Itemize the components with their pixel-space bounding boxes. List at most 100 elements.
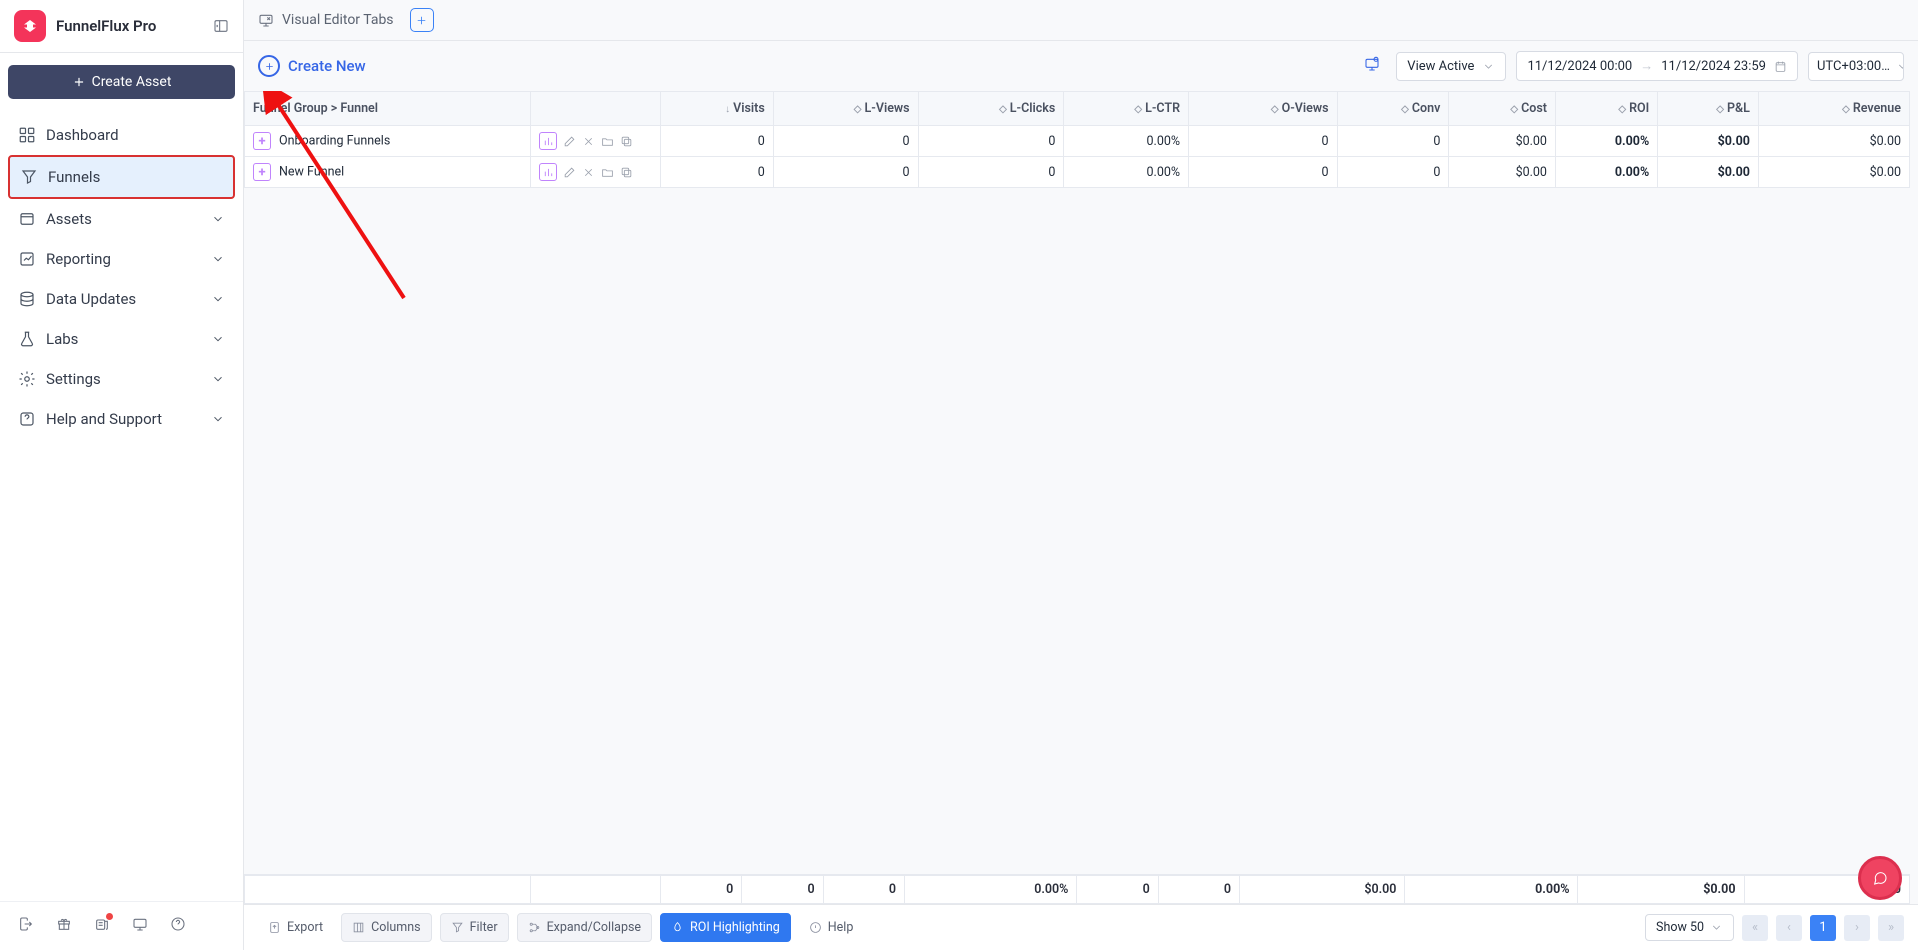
add-tab-button[interactable]: [410, 8, 434, 32]
page-last-button[interactable]: »: [1878, 915, 1904, 941]
cell-lviews: 0: [773, 157, 918, 188]
sidebar-item-label: Settings: [46, 370, 101, 388]
visual-editor-label: Visual Editor Tabs: [282, 12, 394, 28]
page-size-select[interactable]: Show 50: [1645, 914, 1734, 941]
sidebar-item-label: Funnels: [48, 168, 100, 186]
chevron-down-icon: [211, 372, 225, 386]
timezone-label: UTC+03:00…: [1817, 59, 1890, 74]
sidebar-item-funnels[interactable]: Funnels: [8, 155, 235, 199]
refresh-screen-icon[interactable]: [1364, 56, 1380, 76]
sidebar-item-label: Dashboard: [46, 126, 119, 144]
page-next-button[interactable]: ›: [1844, 915, 1870, 941]
sidebar-item-label: Reporting: [46, 250, 111, 268]
col-funnel-group[interactable]: Funnel Group > Funnel: [245, 92, 531, 126]
expand-icon[interactable]: +: [253, 163, 271, 181]
sidebar-item-dashboard[interactable]: Dashboard: [8, 115, 235, 155]
row-name-cell[interactable]: +New Funnel: [245, 157, 531, 188]
edit-icon[interactable]: [563, 166, 576, 179]
sidebar-header: FunnelFlux Pro: [0, 0, 243, 53]
col-visits[interactable]: ↓Visits: [661, 92, 774, 126]
help-button[interactable]: Help: [799, 914, 864, 941]
col-pl[interactable]: ◇P&L: [1658, 92, 1759, 126]
cell-oviews: 0: [1189, 157, 1338, 188]
cell-lctr: 0.00%: [1064, 157, 1189, 188]
plus-circle-icon: [258, 55, 280, 77]
help-icon[interactable]: [170, 916, 186, 936]
col-revenue[interactable]: ◇Revenue: [1758, 92, 1909, 126]
chevron-down-icon: [1896, 60, 1904, 73]
sidebar-item-data-updates[interactable]: Data Updates: [8, 279, 235, 319]
close-icon[interactable]: [582, 135, 595, 148]
chat-fab-button[interactable]: [1858, 856, 1902, 900]
sidebar: FunnelFlux Pro Create Asset Dashboard Fu…: [0, 0, 244, 950]
sort-down-icon: ↓: [725, 104, 730, 115]
col-lclicks[interactable]: ◇L-Clicks: [918, 92, 1064, 126]
sidebar-item-help[interactable]: Help and Support: [8, 399, 235, 439]
expand-icon[interactable]: +: [253, 132, 271, 150]
sidebar-item-assets[interactable]: Assets: [8, 199, 235, 239]
export-button[interactable]: Export: [258, 914, 333, 941]
chart-icon[interactable]: [539, 132, 557, 150]
page-prev-button[interactable]: ‹: [1776, 915, 1802, 941]
news-icon[interactable]: [94, 916, 110, 936]
folder-icon[interactable]: [601, 166, 614, 179]
sidebar-item-label: Labs: [46, 330, 78, 348]
sidebar-item-labs[interactable]: Labs: [8, 319, 235, 359]
sort-icon: ◇: [1271, 104, 1279, 115]
cell-lviews: 0: [773, 126, 918, 157]
sidebar-item-settings[interactable]: Settings: [8, 359, 235, 399]
col-lviews[interactable]: ◇L-Views: [773, 92, 918, 126]
page-first-button[interactable]: «: [1742, 915, 1768, 941]
collapse-sidebar-icon[interactable]: [213, 18, 229, 34]
cell-roi: 0.00%: [1555, 157, 1657, 188]
chevron-down-icon: [211, 332, 225, 346]
col-cost[interactable]: ◇Cost: [1449, 92, 1556, 126]
sort-icon: ◇: [1510, 104, 1518, 115]
sort-icon: ◇: [1842, 104, 1850, 115]
arrow-right-icon: →: [1640, 58, 1653, 74]
col-lctr[interactable]: ◇L-CTR: [1064, 92, 1189, 126]
edit-icon[interactable]: [563, 135, 576, 148]
sidebar-item-reporting[interactable]: Reporting: [8, 239, 235, 279]
visual-editor-tabs[interactable]: Visual Editor Tabs: [258, 12, 394, 28]
cell-roi: 0.00%: [1555, 126, 1657, 157]
app-title: FunnelFlux Pro: [56, 17, 203, 35]
create-new-button[interactable]: Create New: [258, 55, 366, 77]
cell-pl: $0.00: [1658, 157, 1759, 188]
logout-icon[interactable]: [18, 916, 34, 936]
topbar: Visual Editor Tabs: [244, 0, 1918, 41]
total-pl: $0.00: [1578, 875, 1744, 904]
expand-collapse-button[interactable]: Expand/Collapse: [517, 913, 652, 942]
filter-button[interactable]: Filter: [440, 913, 509, 942]
monitor-icon[interactable]: [132, 916, 148, 936]
col-roi[interactable]: ◇ROI: [1555, 92, 1657, 126]
col-conv[interactable]: ◇Conv: [1337, 92, 1449, 126]
total-roi: 0.00%: [1405, 875, 1578, 904]
sort-icon: ◇: [1401, 104, 1409, 115]
roi-highlighting-button[interactable]: ROI Highlighting: [660, 913, 791, 942]
sidebar-footer: [0, 901, 243, 950]
date-end: 11/12/2024 23:59: [1661, 59, 1766, 74]
timezone-select[interactable]: UTC+03:00…: [1808, 52, 1904, 81]
page-number[interactable]: 1: [1810, 915, 1836, 941]
view-active-select[interactable]: View Active: [1396, 52, 1506, 81]
columns-button[interactable]: Columns: [341, 913, 432, 942]
cell-conv: 0: [1337, 157, 1449, 188]
create-asset-button[interactable]: Create Asset: [8, 65, 235, 99]
close-icon[interactable]: [582, 166, 595, 179]
cell-visits: 0: [661, 157, 774, 188]
table-row: +Onboarding Funnels 0 0 0 0.00% 0 0 $0.0…: [245, 126, 1910, 157]
col-oviews[interactable]: ◇O-Views: [1189, 92, 1338, 126]
date-range-picker[interactable]: 11/12/2024 00:00 → 11/12/2024 23:59: [1516, 51, 1798, 81]
footer-toolbar: Export Columns Filter Expand/Collapse RO…: [244, 904, 1918, 950]
cell-lclicks: 0: [918, 157, 1064, 188]
copy-icon[interactable]: [620, 135, 633, 148]
gift-icon[interactable]: [56, 916, 72, 936]
chevron-down-icon: [211, 212, 225, 226]
chart-icon[interactable]: [539, 163, 557, 181]
folder-icon[interactable]: [601, 135, 614, 148]
sort-icon: ◇: [999, 104, 1007, 115]
totals-table: 0 0 0 0.00% 0 0 $0.00 0.00% $0.00 $0.00: [244, 874, 1910, 904]
row-name-cell[interactable]: +Onboarding Funnels: [245, 126, 531, 157]
copy-icon[interactable]: [620, 166, 633, 179]
